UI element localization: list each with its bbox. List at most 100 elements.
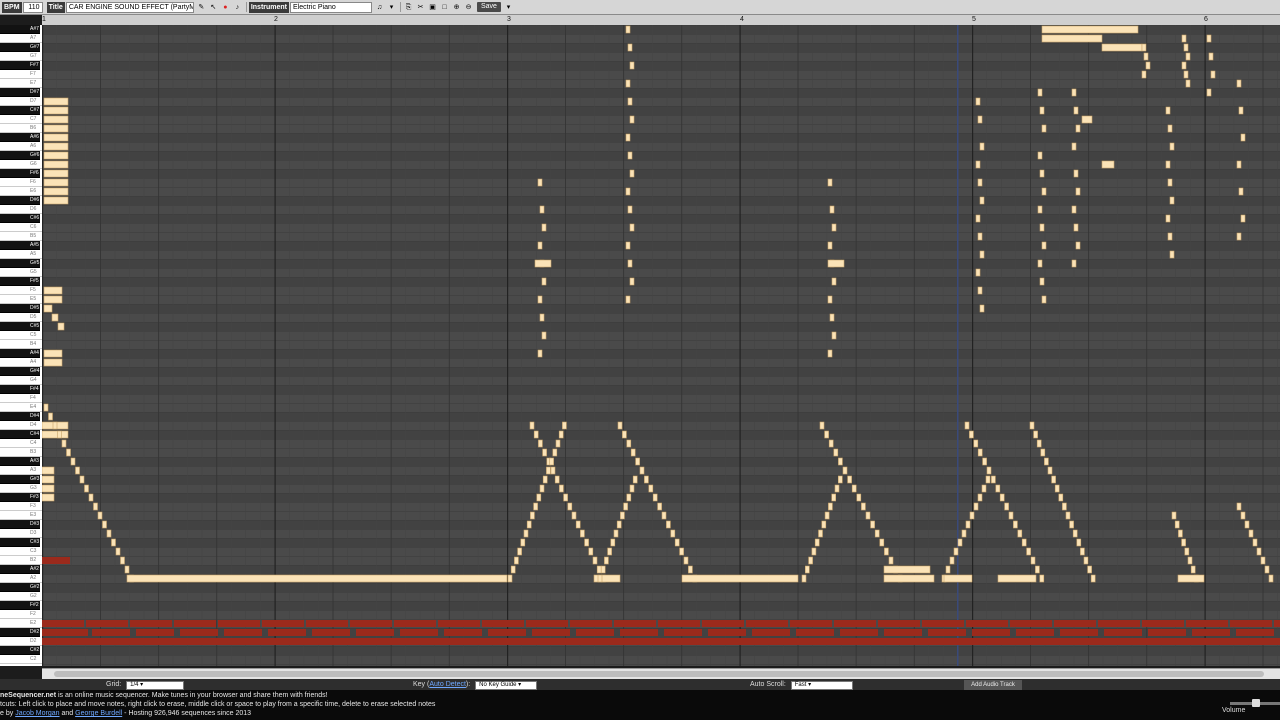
note[interactable] [831,493,837,502]
note[interactable] [43,295,63,304]
note[interactable] [1181,61,1187,70]
note[interactable] [627,151,633,160]
note[interactable] [945,565,951,574]
note[interactable] [43,124,69,133]
save-menu-chevron-icon[interactable]: ▾ [504,3,513,12]
note[interactable] [1039,277,1045,286]
note[interactable] [883,565,931,574]
piano-key[interactable]: D2 [0,637,42,646]
note[interactable] [43,358,63,367]
note[interactable] [1256,547,1262,556]
note[interactable] [688,565,693,574]
note[interactable] [1037,205,1043,214]
note[interactable] [623,502,628,511]
bpm-input[interactable]: 110 [22,1,43,13]
note[interactable] [888,556,894,565]
note[interactable] [43,286,63,295]
piano-key[interactable]: F2 [0,610,42,619]
note[interactable] [51,313,59,322]
note[interactable] [1177,574,1205,583]
copy-icon[interactable]: ⎘ [404,3,413,12]
note[interactable] [1167,232,1173,241]
note[interactable] [977,493,983,502]
note[interactable] [625,295,631,304]
note[interactable] [995,484,1001,493]
note[interactable] [627,43,633,52]
piano-key[interactable]: D3 [0,529,42,538]
note[interactable] [1073,169,1079,178]
piano-key[interactable]: A#2 [0,565,40,574]
note[interactable] [828,439,834,448]
note[interactable] [975,214,981,223]
note[interactable] [1071,259,1077,268]
note[interactable] [674,538,680,547]
note[interactable] [1252,538,1258,547]
note[interactable] [57,322,65,331]
piano-key[interactable]: D6 [0,205,42,214]
note[interactable] [1075,241,1081,250]
note[interactable] [526,520,532,529]
note[interactable] [969,511,975,520]
note[interactable] [975,97,981,106]
note[interactable] [644,475,649,484]
note[interactable] [629,115,635,124]
piano-key[interactable]: E2 [0,619,42,628]
note[interactable] [613,529,619,538]
note[interactable] [616,520,622,529]
note[interactable] [865,511,871,520]
note[interactable] [1236,79,1242,88]
piano-key[interactable]: F#3 [0,493,40,502]
note[interactable] [811,547,817,556]
note[interactable] [1178,529,1183,538]
note[interactable] [977,448,983,457]
instrument-settings-icon[interactable]: ♫ [375,3,384,12]
note[interactable] [879,538,885,547]
note[interactable] [529,421,535,430]
note[interactable] [571,511,577,520]
zoom-in-icon[interactable]: ⊕ [452,3,461,12]
note[interactable] [539,313,545,322]
note[interactable] [1036,439,1042,448]
note[interactable] [534,259,552,268]
note[interactable] [1033,430,1038,439]
piano-key[interactable]: F3 [0,502,42,511]
note[interactable] [1041,124,1047,133]
piano-key[interactable]: D5 [0,313,42,322]
note[interactable] [546,466,551,475]
note[interactable] [1071,142,1077,151]
note[interactable] [1268,574,1274,583]
note[interactable] [1165,214,1171,223]
note[interactable] [1141,43,1147,52]
note[interactable] [1041,25,1139,34]
note[interactable] [57,430,62,439]
note[interactable] [648,484,654,493]
piano-key[interactable]: A3 [0,466,42,475]
note[interactable] [1081,115,1093,124]
note[interactable] [43,304,53,313]
note[interactable] [1037,259,1043,268]
note[interactable] [808,556,813,565]
note[interactable] [43,142,69,151]
note[interactable] [1210,70,1216,79]
note[interactable] [827,241,833,250]
note[interactable] [625,241,631,250]
edit-icon[interactable]: ✎ [197,3,206,12]
note[interactable] [1083,556,1089,565]
note[interactable] [837,475,843,484]
note[interactable] [541,223,547,232]
piano-key[interactable]: F6 [0,178,42,187]
note[interactable] [88,493,94,502]
horizontal-scrollbar[interactable] [42,668,1280,679]
note[interactable] [827,178,833,187]
note[interactable] [1041,34,1103,43]
note-grid[interactable] [42,25,1280,666]
note[interactable] [1145,61,1151,70]
note[interactable] [1183,43,1189,52]
note[interactable] [555,439,561,448]
add-audio-track-button[interactable]: Add Audio Track [964,680,1022,690]
note[interactable] [1248,529,1254,538]
note[interactable] [514,556,519,565]
note[interactable] [66,448,71,457]
note-grid-canvas[interactable] [42,25,1280,666]
note[interactable] [829,313,835,322]
